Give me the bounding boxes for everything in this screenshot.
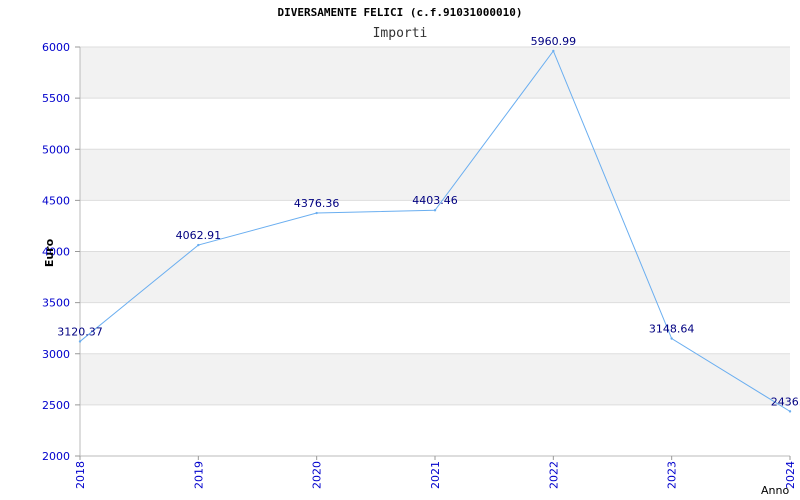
data-label: 4062.91: [176, 229, 222, 242]
data-label: 5960.99: [531, 35, 577, 48]
data-label: 3148.64: [649, 323, 695, 336]
x-axis-title: Anno: [761, 484, 789, 497]
chart: DIVERSAMENTE FELICI (c.f.91031000010) Im…: [0, 0, 800, 500]
x-tick-label: 2018: [74, 461, 87, 489]
data-label: 2436.5: [771, 395, 800, 408]
data-point: [552, 49, 555, 53]
grid-band: [80, 98, 790, 150]
grid-band: [80, 200, 790, 252]
data-label: 4403.46: [412, 194, 458, 207]
y-tick-label: 5500: [42, 92, 70, 105]
x-tick-label: 2020: [311, 461, 324, 489]
grid-band: [80, 251, 790, 303]
x-tick-label: 2023: [666, 461, 679, 489]
grid-band: [80, 404, 790, 456]
data-point: [315, 211, 318, 215]
grid-band: [80, 353, 790, 405]
plot-area: 2000250030003500400045005000550060002018…: [42, 35, 800, 497]
data-point: [78, 340, 82, 343]
y-tick-label: 6000: [42, 41, 70, 54]
y-tick-label: 3500: [42, 297, 70, 310]
grid-band: [80, 149, 790, 201]
y-tick-label: 3000: [42, 348, 70, 361]
y-tick-label: 2500: [42, 399, 70, 412]
data-point: [670, 337, 673, 340]
y-tick-label: 5000: [42, 143, 70, 156]
y-tick-label: 4500: [42, 194, 70, 207]
data-point: [433, 209, 437, 212]
data-point: [788, 410, 792, 413]
y-axis-title: Euro: [43, 238, 56, 267]
x-tick-label: 2019: [192, 461, 205, 489]
x-tick-label: 2022: [547, 461, 560, 489]
y-tick-label: 2000: [42, 450, 70, 463]
grid-band: [80, 47, 790, 99]
data-label: 4376.36: [294, 197, 340, 210]
data-point: [197, 243, 200, 247]
x-tick-label: 2021: [429, 461, 442, 489]
data-label: 3120.37: [57, 325, 103, 338]
